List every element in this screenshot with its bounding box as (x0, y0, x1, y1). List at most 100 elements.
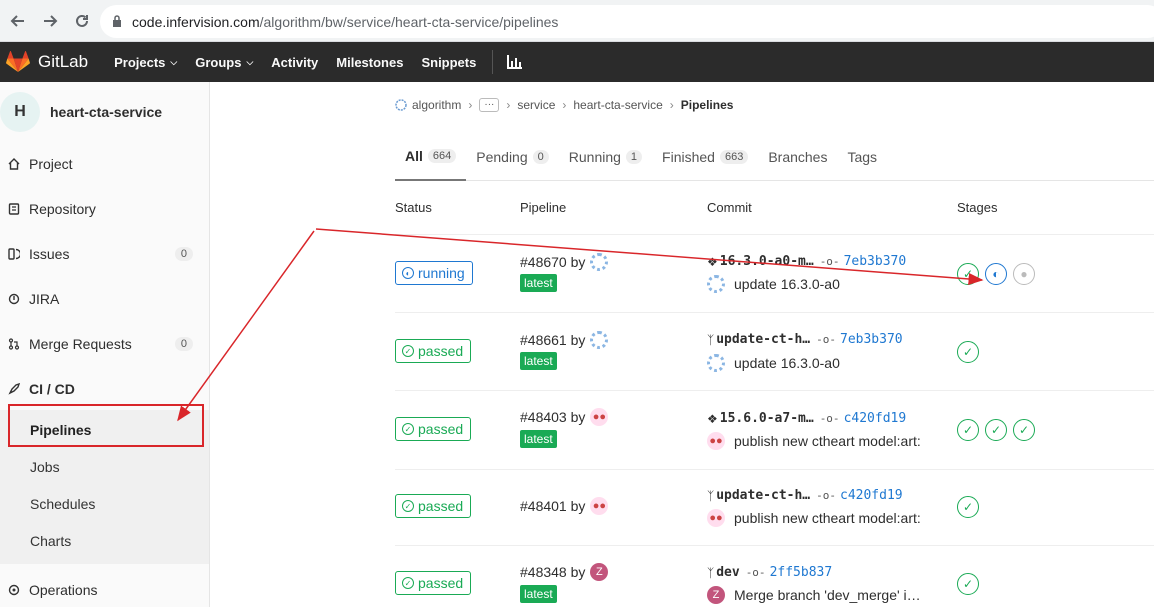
status-label: passed (418, 575, 464, 591)
sidebar-subitem-schedules[interactable]: Schedules (30, 496, 95, 512)
breadcrumb-service[interactable]: service (517, 98, 555, 112)
latest-badge: latest (520, 274, 557, 292)
breadcrumb-heart-cta-service[interactable]: heart-cta-service (573, 98, 662, 112)
sidebar-subitem-charts[interactable]: Charts (30, 533, 71, 549)
status-badge-passed[interactable]: ✓ passed (395, 571, 472, 595)
stage-passed-icon[interactable]: ✓ (957, 573, 979, 595)
nav-projects[interactable]: Projects ⌵ (114, 55, 177, 70)
group-avatar-icon (395, 99, 407, 111)
stage-passed-icon[interactable]: ✓ (957, 341, 979, 363)
sidebar-item-ci-cd[interactable]: CI / CD (0, 374, 209, 404)
tab-branches[interactable]: Branches (758, 132, 837, 181)
commit-message: ●● publish new ctheart model:art: (707, 432, 921, 450)
commit-sha[interactable]: 7eb3b370 (840, 332, 903, 347)
pipeline-id-link[interactable]: #48670 (520, 254, 567, 270)
author-avatar[interactable] (707, 275, 725, 293)
pipeline-by: by (570, 564, 586, 580)
gitlab-logo[interactable]: GitLab (6, 51, 114, 73)
reload-icon[interactable] (68, 7, 96, 35)
pipeline-id-link[interactable]: #48403 (520, 409, 567, 425)
user-avatar[interactable]: ●● (590, 408, 609, 426)
branch-icon: ᛉ (707, 332, 715, 347)
stage-passed-icon[interactable]: ✓ (985, 419, 1007, 441)
breadcrumb-algorithm[interactable]: algorithm (412, 98, 461, 112)
nav-projects-label: Projects (114, 54, 166, 70)
ref-name[interactable]: 16.3.0-a0-m… (720, 254, 814, 269)
status-badge-passed[interactable]: ✓ passed (395, 339, 472, 363)
commit-title[interactable]: Merge branch 'dev_merge' i… (734, 587, 921, 603)
sidebar-item-issues[interactable]: Issues 0 (0, 239, 209, 269)
nav-activity[interactable]: Activity (271, 55, 318, 70)
commit-sha[interactable]: c420fd19 (840, 488, 903, 503)
user-avatar[interactable]: Z (590, 563, 609, 581)
commit-title[interactable]: update 16.3.0-a0 (734, 276, 840, 292)
back-icon[interactable] (4, 7, 32, 35)
commit-title[interactable]: update 16.3.0-a0 (734, 355, 840, 371)
url-path: /algorithm/bw/service/heart-cta-service/… (259, 13, 559, 30)
commit-icon: -o- (819, 412, 840, 425)
ref-name[interactable]: update-ct-h… (716, 488, 810, 503)
ref-name[interactable]: update-ct-h… (716, 332, 810, 347)
pipeline-by: by (570, 254, 586, 270)
stage-passed-icon[interactable]: ✓ (957, 419, 979, 441)
stage-passed-icon[interactable]: ✓ (957, 263, 979, 285)
stage-passed-icon[interactable]: ✓ (957, 496, 979, 518)
status-badge-passed[interactable]: ✓ passed (395, 417, 472, 441)
tab-tags[interactable]: Tags (837, 132, 887, 181)
sidebar-item-operations[interactable]: Operations (0, 575, 209, 605)
ref-name[interactable]: 15.6.0-a7-m… (720, 411, 814, 426)
sidebar-item-label: Issues (29, 246, 70, 262)
cloud-gear-icon (6, 584, 22, 596)
commit-sha[interactable]: 7eb3b370 (844, 254, 907, 269)
sidebar-item-merge-requests[interactable]: Merge Requests 0 (0, 329, 209, 359)
nav-milestones[interactable]: Milestones (336, 55, 403, 70)
sidebar-project-header[interactable]: H heart-cta-service (0, 82, 209, 142)
stage-created-icon[interactable]: ● (1013, 263, 1035, 285)
chevron-right-icon: › (506, 98, 511, 112)
nav-snippets[interactable]: Snippets (421, 55, 476, 70)
pipeline-tabs: All 664 Pending 0 Running 1 Finished 663 Bra… (395, 132, 1154, 181)
row-divider (395, 545, 1154, 546)
breadcrumb-ellipsis-button[interactable]: ··· (479, 98, 500, 112)
tab-finished[interactable]: Finished 663 (652, 132, 758, 181)
ref-name[interactable]: dev (716, 565, 739, 580)
author-avatar[interactable]: ●● (707, 509, 725, 527)
commit-sha[interactable]: 2ff5b837 (770, 565, 833, 580)
pipeline-id-link[interactable]: #48661 (520, 332, 567, 348)
status-passed-icon: ✓ (402, 345, 414, 357)
user-avatar[interactable] (590, 253, 609, 271)
rocket-icon (6, 383, 22, 395)
author-avatar[interactable] (707, 354, 725, 372)
author-avatar[interactable]: Z (707, 586, 725, 604)
tab-pending[interactable]: Pending 0 (466, 132, 559, 181)
stage-passed-icon[interactable]: ✓ (1013, 419, 1035, 441)
status-badge-passed[interactable]: ✓ passed (395, 494, 472, 518)
nav-groups[interactable]: Groups ⌵ (195, 55, 253, 70)
user-avatar[interactable] (590, 331, 609, 349)
address-bar[interactable]: code.infervision.com/algorithm/bw/servic… (100, 5, 1154, 38)
sidebar-item-project[interactable]: Project (0, 149, 209, 179)
commit-ref: ᛉ update-ct-h… -o- 7eb3b370 (707, 332, 903, 347)
author-avatar[interactable]: ●● (707, 432, 725, 450)
pipeline-id-link[interactable]: #48348 (520, 564, 567, 580)
pipeline-id: #48670 by (520, 253, 609, 271)
forward-icon[interactable] (36, 7, 64, 35)
tab-running[interactable]: Running 1 (559, 132, 652, 181)
sidebar-subitem-jobs[interactable]: Jobs (30, 459, 60, 475)
pipeline-id-link[interactable]: #48401 (520, 498, 567, 514)
tab-all[interactable]: All 664 (395, 132, 467, 181)
commit-sha[interactable]: c420fd19 (844, 411, 907, 426)
sidebar-item-jira[interactable]: JIRA (0, 284, 209, 314)
sidebar-item-repository[interactable]: Repository (0, 194, 209, 224)
chart-icon[interactable] (507, 55, 523, 69)
stage-running-icon[interactable]: ◐ (985, 263, 1007, 285)
row-divider (395, 234, 1154, 235)
commit-title[interactable]: publish new ctheart model:art: (734, 433, 921, 449)
lock-icon (112, 14, 122, 30)
user-avatar[interactable]: ●● (590, 497, 609, 515)
status-badge-running[interactable]: ◐ running (395, 261, 473, 285)
gitlab-fox-icon (6, 51, 30, 72)
tag-icon: ❖ (707, 411, 718, 426)
commit-title[interactable]: publish new ctheart model:art: (734, 510, 921, 526)
nav-activity-label: Activity (271, 54, 319, 70)
